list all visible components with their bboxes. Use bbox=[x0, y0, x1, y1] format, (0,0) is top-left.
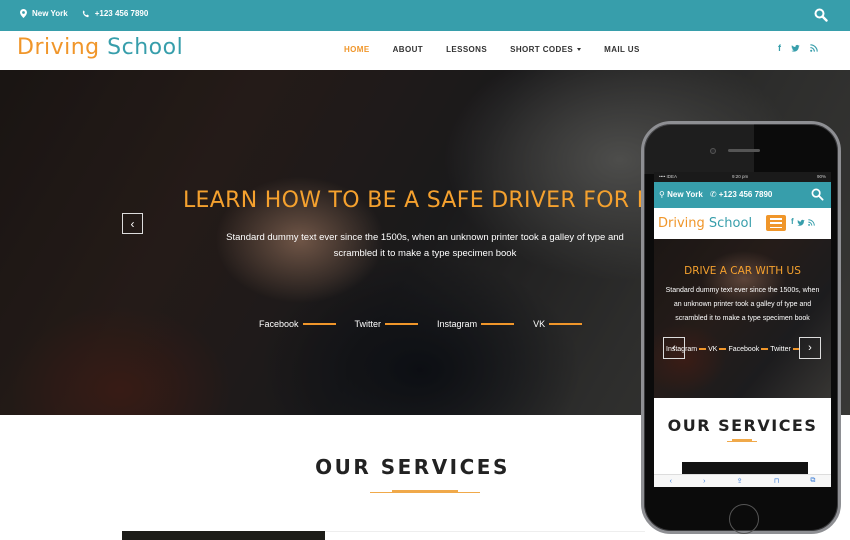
rss-icon[interactable] bbox=[807, 219, 815, 226]
services-divider-accent bbox=[392, 490, 458, 492]
logo-part1: Driving bbox=[17, 35, 100, 60]
main-nav: HOME ABOUT LESSONS SHORT CODES MAIL US bbox=[344, 45, 663, 54]
mobile-services-divider bbox=[727, 441, 757, 442]
mobile-phone-text: +123 456 7890 bbox=[718, 190, 773, 199]
link-underline bbox=[385, 323, 419, 325]
rss-icon[interactable] bbox=[810, 44, 818, 52]
mobile-hero-social-links: Instagram VK Facebook Twitter bbox=[666, 346, 802, 353]
link-dash bbox=[761, 348, 769, 350]
phone-mockup: •••• IDEA 9:20 pm 90% ⚲ New York ✆ +123 … bbox=[641, 121, 841, 534]
mobile-location-text: New York bbox=[667, 190, 703, 199]
top-bar: New York +123 456 7890 bbox=[0, 0, 850, 31]
back-icon[interactable]: ‹ bbox=[670, 478, 672, 485]
phone-status-bar: •••• IDEA 9:20 pm 90% bbox=[654, 172, 831, 182]
social-links: f bbox=[778, 43, 818, 53]
bookmarks-icon[interactable]: ⊓ bbox=[774, 477, 779, 485]
nav-home[interactable]: HOME bbox=[344, 45, 370, 54]
mobile-services-divider-accent bbox=[732, 439, 752, 441]
mobile-logo-part1: Driving bbox=[658, 216, 705, 231]
chevron-right-icon: › bbox=[808, 342, 812, 354]
facebook-icon[interactable]: f bbox=[791, 217, 794, 227]
chevron-left-icon: ‹ bbox=[130, 216, 135, 231]
chevron-left-icon: ‹ bbox=[672, 342, 676, 354]
logo[interactable]: Driving School bbox=[17, 35, 183, 60]
services-divider bbox=[370, 492, 480, 493]
mobile-hero-slider: DRIVE A CAR WITH US Standard dummy text … bbox=[654, 239, 831, 398]
logo-part2: School bbox=[107, 35, 184, 60]
map-pin-icon bbox=[20, 9, 27, 18]
twitter-icon[interactable] bbox=[791, 44, 800, 53]
mobile-hero-text: Standard dummy text ever since the 1500s… bbox=[665, 287, 820, 322]
mobile-slider-next-button[interactable]: › bbox=[799, 337, 821, 359]
nav-lessons[interactable]: LESSONS bbox=[446, 45, 487, 54]
camera-icon bbox=[710, 148, 716, 154]
mobile-social-links: f bbox=[791, 217, 815, 227]
mobile-top-bar: ⚲ New York ✆ +123 456 7890 bbox=[654, 182, 831, 208]
phone-screen: •••• IDEA 9:20 pm 90% ⚲ New York ✆ +123 … bbox=[654, 172, 831, 487]
hero-link-label: Twitter bbox=[354, 319, 382, 329]
page: New York +123 456 7890 Driving School HO… bbox=[0, 0, 850, 540]
mobile-logo[interactable]: Driving School bbox=[658, 216, 752, 231]
link-dash bbox=[719, 348, 727, 350]
slider-prev-button[interactable]: ‹ bbox=[122, 213, 143, 234]
caret-down-icon bbox=[577, 48, 582, 52]
mobile-hero-title: DRIVE A CAR WITH US bbox=[684, 265, 801, 277]
mobile-service-card-image[interactable] bbox=[682, 462, 808, 474]
hamburger-menu-icon[interactable] bbox=[766, 215, 786, 231]
service-card-border bbox=[325, 531, 645, 532]
link-underline bbox=[549, 323, 583, 325]
location-item: New York bbox=[20, 9, 68, 18]
map-pin-icon: ⚲ bbox=[659, 190, 665, 199]
mobile-logo-part2: School bbox=[708, 216, 753, 231]
search-icon[interactable] bbox=[814, 8, 828, 22]
hero-title: LEARN HOW TO BE A SAFE DRIVER FOR LI bbox=[183, 188, 657, 213]
hero-link-instagram[interactable]: Instagram bbox=[437, 319, 515, 329]
mobile-link-twitter[interactable]: Twitter bbox=[770, 346, 791, 353]
contact-info: New York +123 456 7890 bbox=[20, 9, 148, 18]
facebook-icon[interactable]: f bbox=[778, 43, 781, 53]
service-card-image[interactable] bbox=[122, 531, 325, 540]
header: Driving School HOME ABOUT LESSONS SHORT … bbox=[0, 31, 850, 70]
nav-mail-us[interactable]: MAIL US bbox=[604, 45, 640, 54]
mobile-contact-info: ⚲ New York ✆ +123 456 7890 bbox=[659, 190, 772, 199]
phone-icon bbox=[82, 9, 89, 17]
hero-link-vk[interactable]: VK bbox=[533, 319, 583, 329]
mobile-services-title: OUR SERVICES bbox=[667, 416, 818, 435]
forward-icon[interactable]: › bbox=[703, 478, 705, 485]
phone-item[interactable]: +123 456 7890 bbox=[82, 9, 149, 18]
carrier-text: •••• IDEA bbox=[659, 174, 678, 179]
nav-about[interactable]: ABOUT bbox=[393, 45, 423, 54]
tabs-icon[interactable]: ⧉ bbox=[810, 477, 815, 485]
browser-toolbar: ‹ › ⇪ ⊓ ⧉ bbox=[654, 474, 831, 487]
search-icon[interactable] bbox=[811, 188, 824, 201]
hero-text: Standard dummy text ever since the 1500s… bbox=[226, 232, 624, 259]
mobile-link-facebook[interactable]: Facebook bbox=[728, 346, 759, 353]
link-underline bbox=[302, 323, 336, 325]
hero-link-facebook[interactable]: Facebook bbox=[259, 319, 336, 329]
link-dash bbox=[699, 348, 707, 350]
hero-link-label: VK bbox=[533, 319, 546, 329]
share-icon[interactable]: ⇪ bbox=[737, 477, 743, 485]
hero-link-label: Facebook bbox=[259, 319, 299, 329]
hero-link-label: Instagram bbox=[437, 319, 478, 329]
phone-icon: ✆ bbox=[709, 190, 717, 199]
twitter-icon[interactable] bbox=[797, 219, 805, 227]
time-text: 9:20 pm bbox=[732, 174, 749, 179]
battery-text: 90% bbox=[816, 174, 826, 179]
mobile-phone[interactable]: ✆ +123 456 7890 bbox=[710, 190, 773, 199]
location-text: New York bbox=[32, 9, 68, 18]
mobile-slider-prev-button[interactable]: ‹ bbox=[663, 337, 685, 359]
home-button[interactable] bbox=[729, 504, 759, 534]
hero-link-twitter[interactable]: Twitter bbox=[355, 319, 419, 329]
nav-short-codes[interactable]: SHORT CODES bbox=[510, 45, 582, 54]
mobile-location: ⚲ New York bbox=[659, 190, 703, 199]
phone-text: +123 456 7890 bbox=[94, 9, 149, 18]
link-underline bbox=[481, 323, 515, 325]
mobile-link-vk[interactable]: VK bbox=[708, 346, 717, 353]
hero-social-links: Facebook Twitter Instagram VK bbox=[259, 319, 601, 329]
nav-short-codes-label: SHORT CODES bbox=[510, 45, 574, 54]
mobile-header: Driving School f bbox=[654, 208, 831, 239]
speaker-grille bbox=[728, 149, 760, 152]
services-title: OUR SERVICES bbox=[315, 455, 510, 479]
